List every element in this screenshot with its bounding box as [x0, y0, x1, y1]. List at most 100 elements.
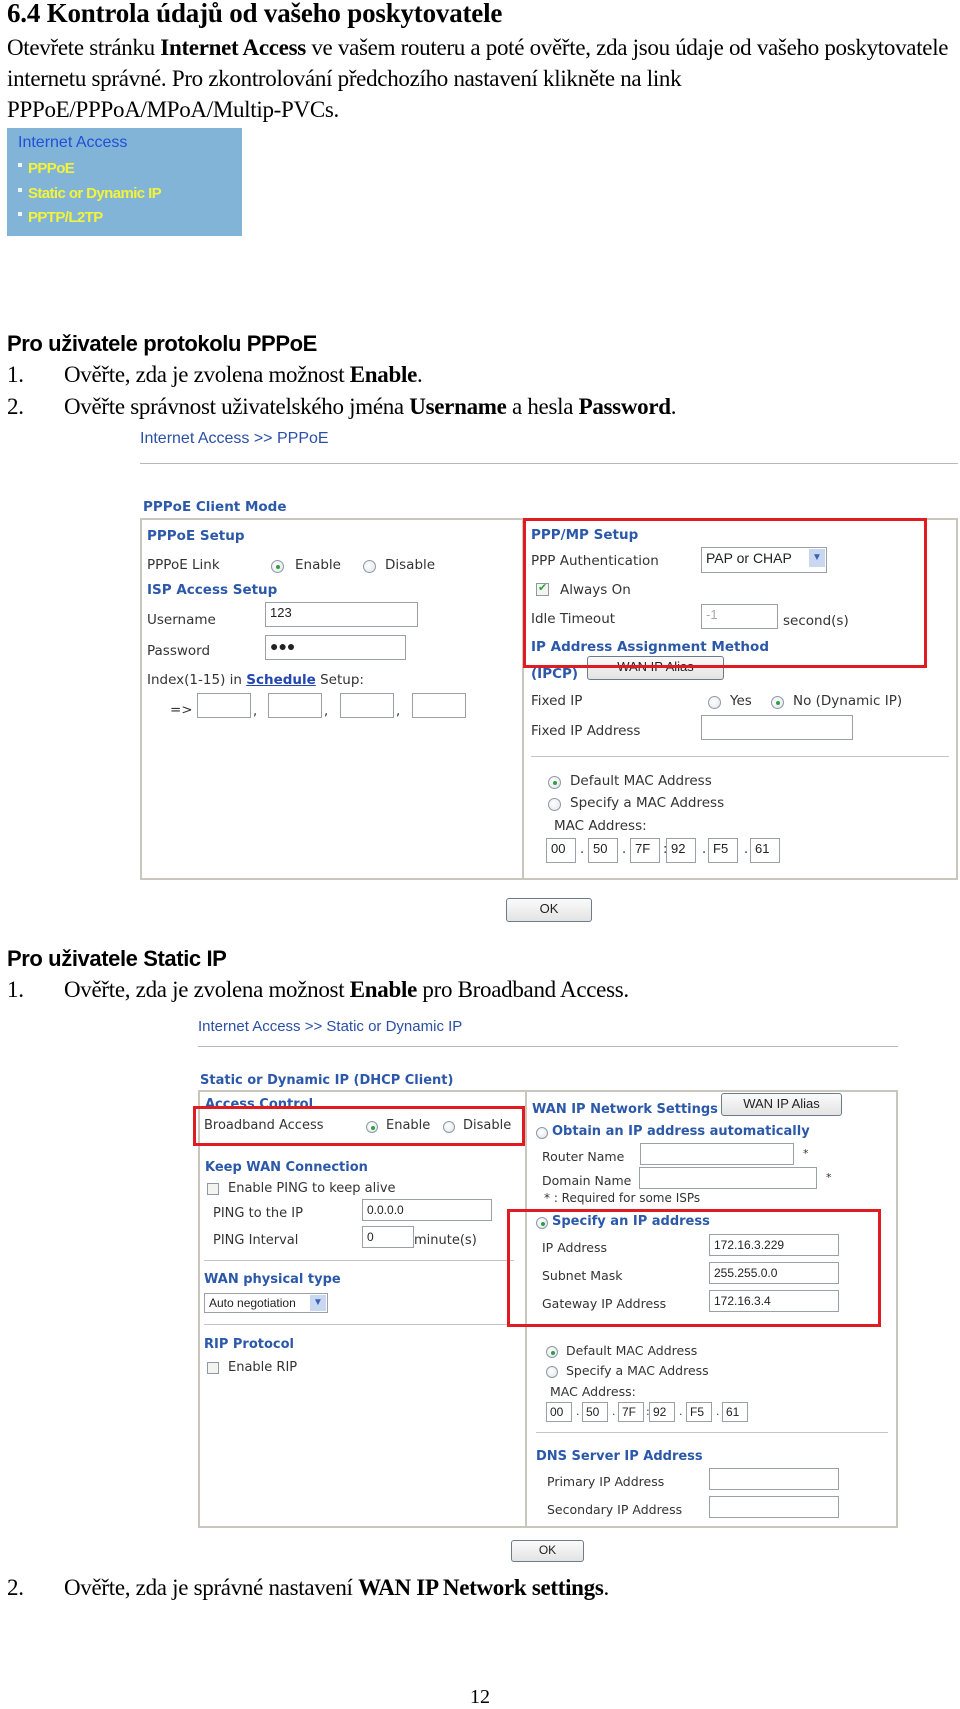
mac-separator: .: [576, 1405, 580, 1418]
ipcp-label: (IPCP): [531, 666, 579, 682]
divider: [204, 1324, 514, 1325]
pppoe-step-2: 2. Ověřte správnost uživatelského jména U…: [7, 394, 677, 420]
step-text: Ověřte, zda je správné nastavení: [64, 1575, 359, 1600]
fixed-ip-address-input[interactable]: [701, 715, 853, 740]
specify-mac-radio-static[interactable]: [546, 1366, 558, 1378]
mac-octet-2[interactable]: 50: [582, 1402, 608, 1422]
mac-octet-4[interactable]: 92: [649, 1402, 675, 1422]
ping-interval-input[interactable]: 0: [362, 1226, 414, 1248]
mac-octet-4[interactable]: 92: [666, 838, 696, 863]
static-step-1: 1. Ověřte, zda je zvolena možnost Enable …: [7, 977, 629, 1003]
mac-octet-1[interactable]: 00: [546, 838, 576, 863]
menu-item-pppoe[interactable]: PPPoE: [18, 160, 75, 177]
mac-octet-3[interactable]: 7F: [618, 1402, 644, 1422]
specify-mac-label-static: Specify a MAC Address: [566, 1363, 709, 1378]
menu-item-pptp-l2tp[interactable]: PPTP/L2TP: [18, 209, 103, 226]
isp-access-setup-title: ISP Access Setup: [147, 582, 278, 598]
divider: [204, 1260, 514, 1261]
schedule-index-2[interactable]: [268, 693, 322, 718]
highlight-ppp-mp-setup: [523, 518, 927, 668]
arrow-label: =>: [170, 702, 193, 718]
obtain-ip-auto-radio[interactable]: [536, 1127, 548, 1139]
mac-octet-6[interactable]: 61: [750, 838, 780, 863]
mac-octet-2[interactable]: 50: [588, 838, 618, 863]
password-input[interactable]: ●●●: [265, 635, 406, 660]
comma-separator: ,: [324, 704, 329, 719]
step-text: pro Broadband Access.: [416, 977, 629, 1002]
step-bold: Password: [578, 394, 671, 419]
menu-item-label: Static or Dynamic IP: [28, 185, 162, 202]
menu-item-static-dynamic-ip[interactable]: Static or Dynamic IP: [18, 185, 162, 202]
enable-rip-checkbox[interactable]: [207, 1362, 219, 1374]
username-input[interactable]: 123: [265, 602, 418, 627]
mac-separator: .: [580, 842, 585, 857]
schedule-link[interactable]: Schedule: [246, 672, 316, 688]
primary-dns-input[interactable]: [709, 1468, 839, 1490]
primary-dns-label: Primary IP Address: [547, 1474, 665, 1489]
ping-ip-input[interactable]: 0.0.0.0: [362, 1199, 492, 1221]
menu-item-label: PPPoE: [28, 160, 75, 177]
intro-paragraph: Otevřete stránku Internet Access ve vaše…: [7, 32, 957, 125]
wan-physical-type-value: Auto negotiation: [209, 1296, 296, 1310]
step-text: .: [416, 362, 423, 387]
pppoe-step-1: 1. Ověřte, zda je zvolena možnost Enable.: [7, 362, 423, 388]
chevron-down-icon: ▼: [310, 1295, 326, 1311]
mac-octet-5[interactable]: F5: [686, 1402, 712, 1422]
divider: [198, 1046, 898, 1047]
pppoe-link-label: PPPoE Link: [147, 557, 220, 573]
mac-separator: .: [744, 842, 749, 857]
index-suffix: Setup:: [315, 672, 364, 688]
schedule-index-4[interactable]: [412, 693, 466, 718]
divider: [140, 463, 958, 464]
mac-octet-1[interactable]: 00: [546, 1402, 572, 1422]
required-asterisk: *: [826, 1171, 832, 1184]
mac-separator: .: [679, 1405, 683, 1418]
divider: [536, 1432, 888, 1433]
pppoe-disable-label: Disable: [385, 557, 436, 573]
comma-separator: ,: [253, 704, 258, 719]
pppoe-client-mode-title: PPPoE Client Mode: [143, 499, 287, 515]
step-text: a hesla: [506, 394, 579, 419]
specify-mac-radio[interactable]: [548, 798, 561, 811]
wan-ip-network-settings-title: WAN IP Network Settings: [532, 1102, 718, 1117]
fixed-ip-yes-label: Yes: [730, 693, 752, 709]
required-note: * : Required for some ISPs: [544, 1191, 701, 1205]
default-mac-label: Default MAC Address: [570, 773, 712, 789]
step-text: Ověřte správnost uživatelského jména: [64, 394, 410, 419]
pppoe-link-disable-radio[interactable]: [363, 560, 376, 573]
pppoe-ok-button[interactable]: OK: [506, 898, 592, 922]
mac-octet-5[interactable]: F5: [708, 838, 738, 863]
pppoe-link-enable-radio[interactable]: [271, 560, 284, 573]
static-ip-heading: Pro uživatele Static IP: [7, 946, 227, 971]
fixed-ip-no-radio[interactable]: [771, 696, 784, 709]
domain-name-input[interactable]: [639, 1167, 817, 1189]
default-mac-radio-static[interactable]: [546, 1346, 558, 1358]
pppoe-setup-title: PPPoE Setup: [147, 528, 245, 544]
static-step-2: 2. Ověřte, zda je správné nastavení WAN I…: [7, 1575, 609, 1601]
enable-ping-label: Enable PING to keep alive: [228, 1181, 396, 1196]
index-prefix: Index(1-15) in: [147, 672, 247, 688]
fixed-ip-yes-radio[interactable]: [708, 696, 721, 709]
mac-separator: .: [702, 842, 707, 857]
bullet-icon: [18, 163, 22, 167]
router-name-input[interactable]: [640, 1143, 794, 1165]
mac-octet-3[interactable]: 7F: [630, 838, 660, 863]
secondary-dns-label: Secondary IP Address: [547, 1502, 683, 1517]
comma-separator: ,: [396, 704, 401, 719]
static-ok-button[interactable]: OK: [511, 1540, 584, 1562]
static-breadcrumb: Internet Access >> Static or Dynamic IP: [198, 1018, 463, 1035]
mac-octet-6[interactable]: 61: [722, 1402, 748, 1422]
wan-ip-alias-button-static[interactable]: WAN IP Alias: [721, 1093, 842, 1116]
menu-header[interactable]: Internet Access: [18, 134, 127, 152]
default-mac-radio[interactable]: [548, 776, 561, 789]
pppoe-breadcrumb: Internet Access >> PPPoE: [140, 430, 329, 447]
secondary-dns-input[interactable]: [709, 1496, 839, 1518]
mac-separator: .: [716, 1405, 720, 1418]
intro-bold-internet-access: Internet Access: [160, 35, 306, 60]
enable-ping-checkbox[interactable]: [207, 1183, 219, 1195]
highlight-specify-ip: [507, 1209, 881, 1327]
wan-physical-type-select[interactable]: Auto negotiation ▼: [204, 1293, 328, 1313]
schedule-index-3[interactable]: [340, 693, 394, 718]
pppoe-heading: Pro uživatele protokolu PPPoE: [7, 331, 317, 356]
schedule-index-1[interactable]: [197, 693, 251, 718]
